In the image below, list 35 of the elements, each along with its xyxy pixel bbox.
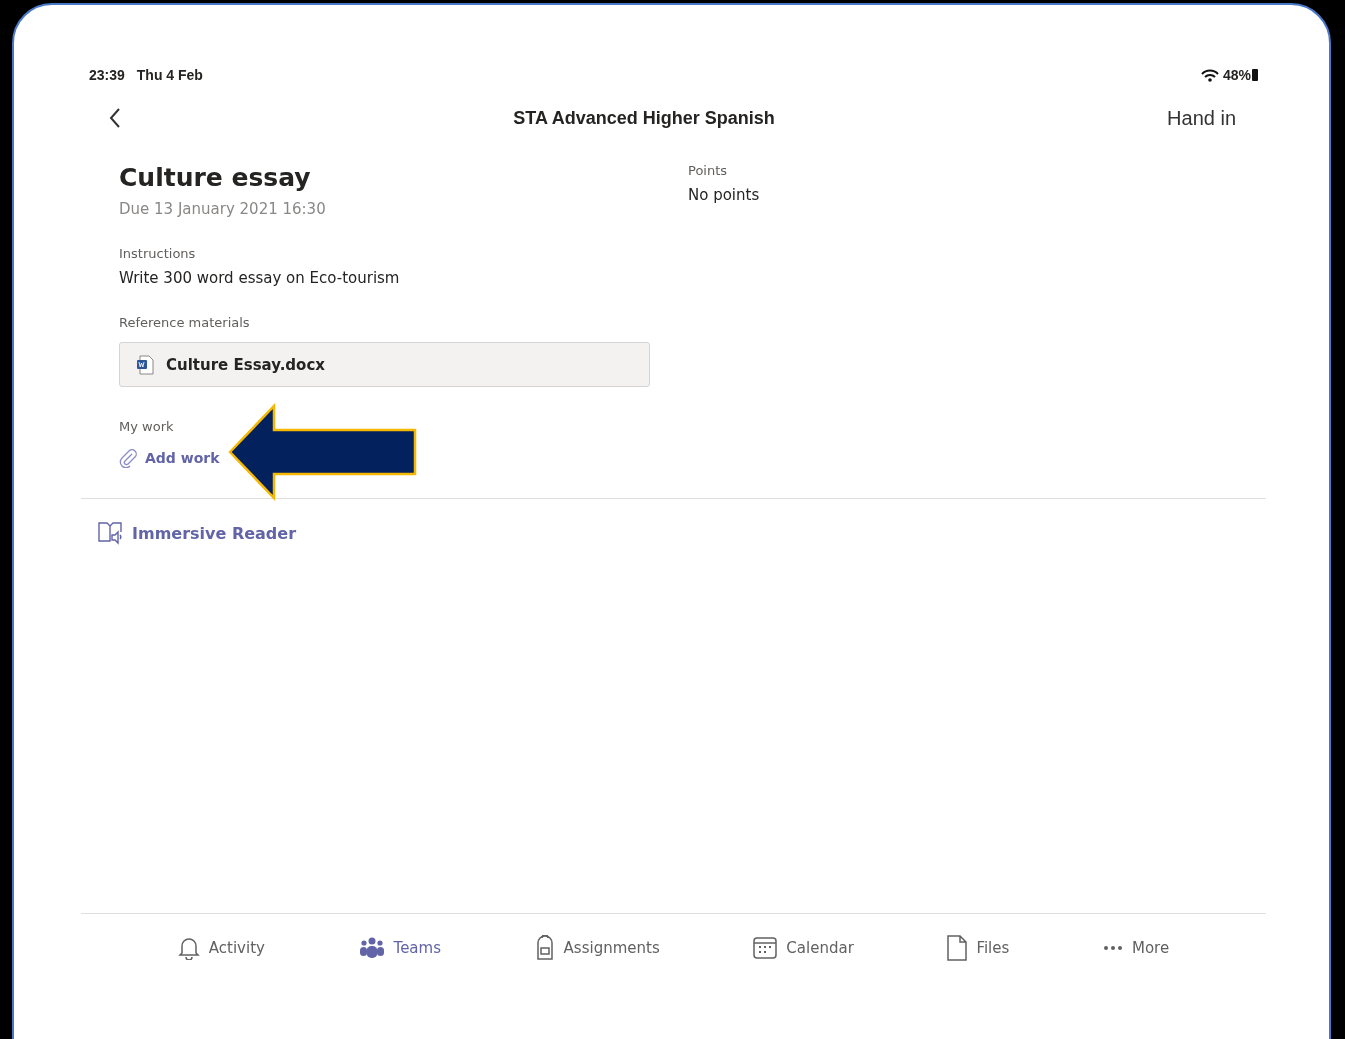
hand-in-button[interactable]: Hand in xyxy=(1167,106,1236,130)
status-date: Thu 4 Feb xyxy=(136,67,203,83)
points-value: No points xyxy=(688,186,760,204)
assignment-title: Culture essay xyxy=(119,163,312,192)
people-icon xyxy=(358,936,385,959)
file-card[interactable]: Culture Essay.docx xyxy=(119,342,650,387)
reference-label: Reference materials xyxy=(119,315,251,330)
battery-icon xyxy=(1252,69,1258,81)
add-work-link[interactable]: Add work xyxy=(119,448,220,468)
points-label: Points xyxy=(688,163,729,178)
nav-tab[interactable]: Assignments xyxy=(534,934,660,961)
status-time: 23:39 xyxy=(89,67,125,83)
paperclip-icon xyxy=(119,448,137,468)
back-button[interactable] xyxy=(109,107,121,129)
document-icon xyxy=(947,934,968,961)
bell-icon xyxy=(177,935,200,960)
battery-percent: 48% xyxy=(1222,67,1251,83)
word-file-icon xyxy=(136,354,154,375)
nav-tab[interactable]: Calendar xyxy=(753,936,854,959)
instructions-text: Write 300 word essay on Eco-tourism xyxy=(119,269,401,287)
immersive-reader-button[interactable]: Immersive Reader xyxy=(98,521,297,545)
my-work-label: My work xyxy=(119,419,175,434)
wifi-icon xyxy=(1200,68,1219,82)
calendar-icon xyxy=(753,936,778,959)
nav-tab[interactable]: More xyxy=(1102,938,1170,957)
page-title: STA Advanced Higher Spanish xyxy=(512,107,776,129)
reader-icon xyxy=(98,521,124,545)
nav-tab[interactable]: Activity xyxy=(177,935,265,960)
file-name: Culture Essay.docx xyxy=(166,355,325,374)
nav-tab[interactable]: Teams xyxy=(358,936,441,959)
due-date: Due 13 January 2021 16:30 xyxy=(119,200,327,218)
backpack-icon xyxy=(534,934,555,961)
nav-tab[interactable]: Files xyxy=(947,934,1010,961)
instructions-label: Instructions xyxy=(119,246,197,261)
more-icon xyxy=(1102,944,1123,951)
